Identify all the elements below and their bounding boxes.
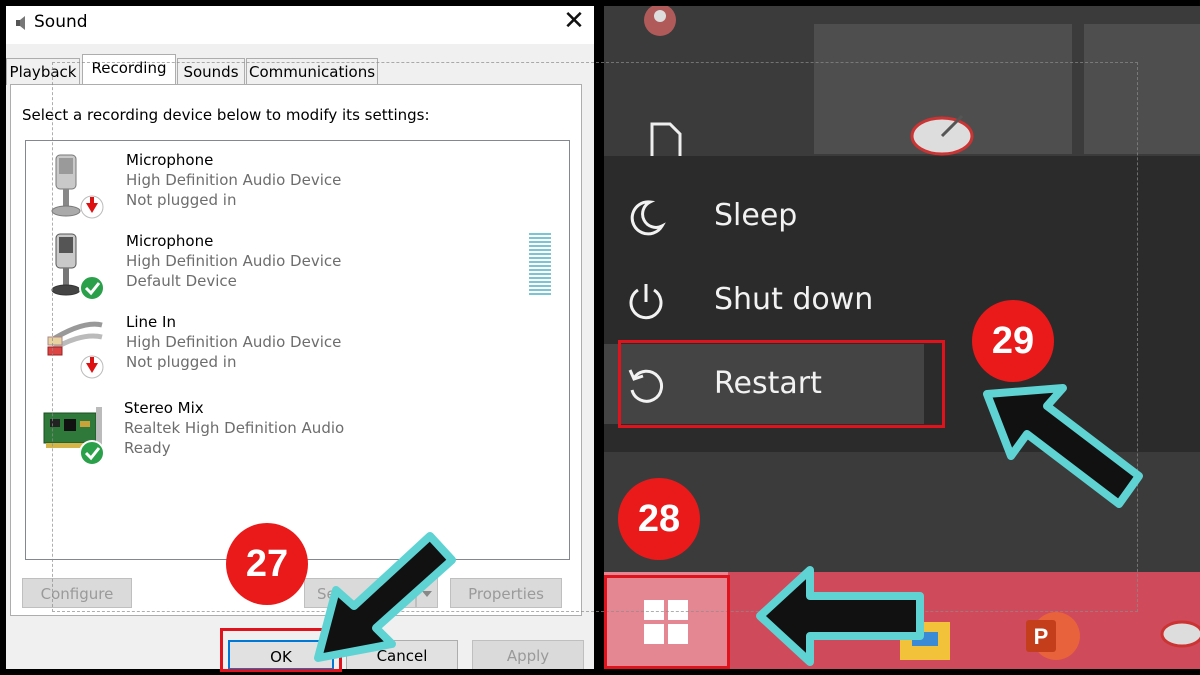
restart-highlight-box: [618, 340, 945, 428]
arrow-to-restart-icon: [983, 384, 1143, 508]
line-in-cable-icon: [47, 321, 104, 379]
device-name: Line In: [126, 313, 176, 331]
power-icon: [629, 284, 663, 320]
device-name: Microphone: [126, 151, 214, 169]
arrow-to-ok-icon: [314, 532, 456, 662]
powerpoint-icon[interactable]: P: [1022, 606, 1082, 666]
moon-icon: [630, 200, 666, 236]
microphone-icon: [51, 154, 104, 219]
device-item-stereo-mix[interactable]: Stereo Mix Realtek High Definition Audio…: [26, 395, 546, 473]
device-status: Not plugged in: [126, 191, 237, 209]
title-bar: Sound ✕: [6, 6, 594, 44]
satellite-dish-icon[interactable]: [902, 106, 982, 162]
satellite-dish-icon[interactable]: [1156, 608, 1200, 658]
apply-button[interactable]: Apply: [472, 640, 584, 669]
sound-card-icon: [43, 407, 105, 466]
speaker-icon: [16, 16, 25, 30]
device-driver: High Definition Audio Device: [126, 333, 342, 351]
device-name: Microphone: [126, 232, 214, 250]
device-status: Default Device: [126, 272, 237, 290]
tab-communications[interactable]: Communications: [246, 58, 378, 85]
input-level-meter: [529, 233, 551, 297]
menu-label: Shut down: [714, 282, 874, 317]
user-avatar[interactable]: [640, 6, 680, 46]
menu-item-sleep[interactable]: Sleep: [604, 176, 934, 256]
device-name: Stereo Mix: [124, 399, 204, 417]
recording-device-list[interactable]: Microphone High Definition Audio Device …: [25, 140, 570, 560]
tab-sounds[interactable]: Sounds: [177, 58, 245, 85]
step-badge-28: 28: [618, 478, 700, 560]
configure-button[interactable]: Configure: [22, 578, 132, 608]
device-item-line-in[interactable]: Line In High Definition Audio Device Not…: [26, 309, 546, 387]
device-status: Ready: [124, 439, 171, 457]
close-button[interactable]: ✕: [559, 6, 589, 36]
arrow-to-start-icon: [756, 566, 924, 666]
device-status: Not plugged in: [126, 353, 237, 371]
device-item-microphone-1[interactable]: Microphone High Definition Audio Device …: [26, 147, 546, 225]
instruction-text: Select a recording device below to modif…: [22, 106, 430, 124]
device-driver: High Definition Audio Device: [126, 252, 342, 270]
start-tile[interactable]: [1084, 24, 1200, 154]
tab-playback[interactable]: Playback: [6, 58, 80, 85]
svg-text:P: P: [1034, 624, 1049, 649]
screenshot-composite: Sound ✕ Playback Recording Sounds Commun…: [0, 0, 1200, 675]
tab-recording[interactable]: Recording: [82, 54, 176, 87]
start-highlight-box: [604, 575, 730, 669]
step-badge-29: 29: [972, 300, 1054, 382]
menu-label: Sleep: [714, 198, 798, 233]
properties-button[interactable]: Properties: [450, 578, 562, 608]
device-driver: High Definition Audio Device: [126, 171, 342, 189]
step-badge-27: 27: [226, 523, 308, 605]
microphone-icon: [51, 233, 105, 301]
device-driver: Realtek High Definition Audio: [124, 419, 345, 437]
device-item-microphone-2[interactable]: Microphone High Definition Audio Device …: [26, 228, 546, 306]
window-title: Sound: [34, 12, 88, 32]
menu-item-shut-down[interactable]: Shut down: [604, 260, 934, 340]
